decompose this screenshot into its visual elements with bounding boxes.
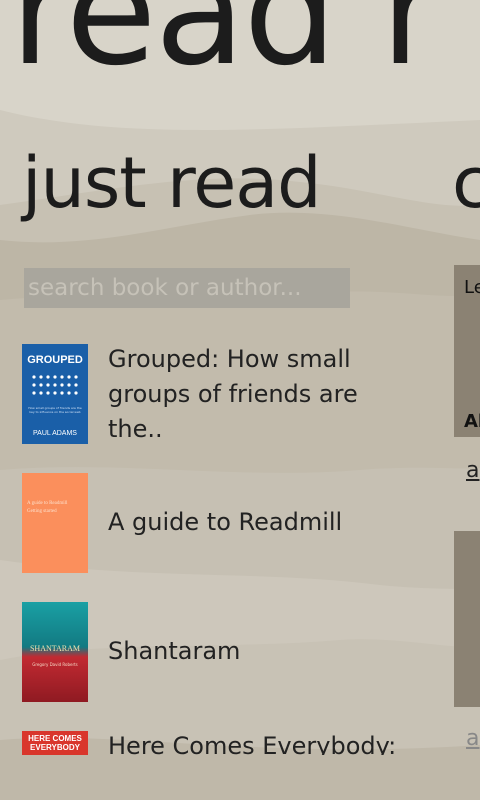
list-item[interactable]: SHANTARAM Gregory David Roberts Shantara… — [22, 602, 422, 702]
book-cover: SHANTARAM Gregory David Roberts — [22, 602, 88, 702]
book-cover: A guide to Readmill Getting started — [22, 473, 88, 573]
book-title: Shantaram — [108, 637, 241, 665]
cover-title: HERE COMES EVERYBODY — [28, 734, 82, 752]
list-item[interactable]: GROUPED How small groups of friends are … — [22, 344, 422, 444]
cover-author: Gregory David Roberts — [32, 662, 78, 667]
right-card[interactable] — [454, 531, 480, 707]
right-card[interactable]: Le Al — [454, 265, 480, 437]
right-card-bottom-text: Al — [464, 411, 480, 432]
book-cover: HERE COMES EVERYBODY — [22, 731, 88, 755]
next-section-title[interactable]: c — [452, 148, 480, 218]
list-item[interactable]: A guide to Readmill Getting started A gu… — [22, 473, 422, 573]
cover-people-graphic — [32, 375, 78, 395]
cover-title: SHANTARAM — [29, 644, 81, 653]
list-item[interactable]: HERE COMES EVERYBODY Here Comes Everybod… — [22, 731, 422, 755]
right-card-top-text: Le — [464, 277, 480, 298]
book-title: Grouped: How small groups of friends are… — [108, 345, 358, 443]
book-list: GROUPED How small groups of friends are … — [0, 0, 440, 755]
right-link[interactable]: a — [466, 458, 479, 483]
book-cover: GROUPED How small groups of friends are … — [22, 344, 88, 444]
cover-title: A guide to Readmill — [27, 501, 68, 506]
cover-blurb: How small groups of friends are the key … — [28, 406, 82, 414]
cover-title: GROUPED — [27, 354, 83, 366]
book-title: A guide to Readmill — [108, 508, 343, 536]
book-title: Here Comes Everybody: — [108, 732, 397, 755]
right-link[interactable]: a — [466, 726, 479, 751]
cover-author: PAUL ADAMS — [33, 430, 77, 437]
cover-subtitle: Getting started — [27, 509, 57, 514]
